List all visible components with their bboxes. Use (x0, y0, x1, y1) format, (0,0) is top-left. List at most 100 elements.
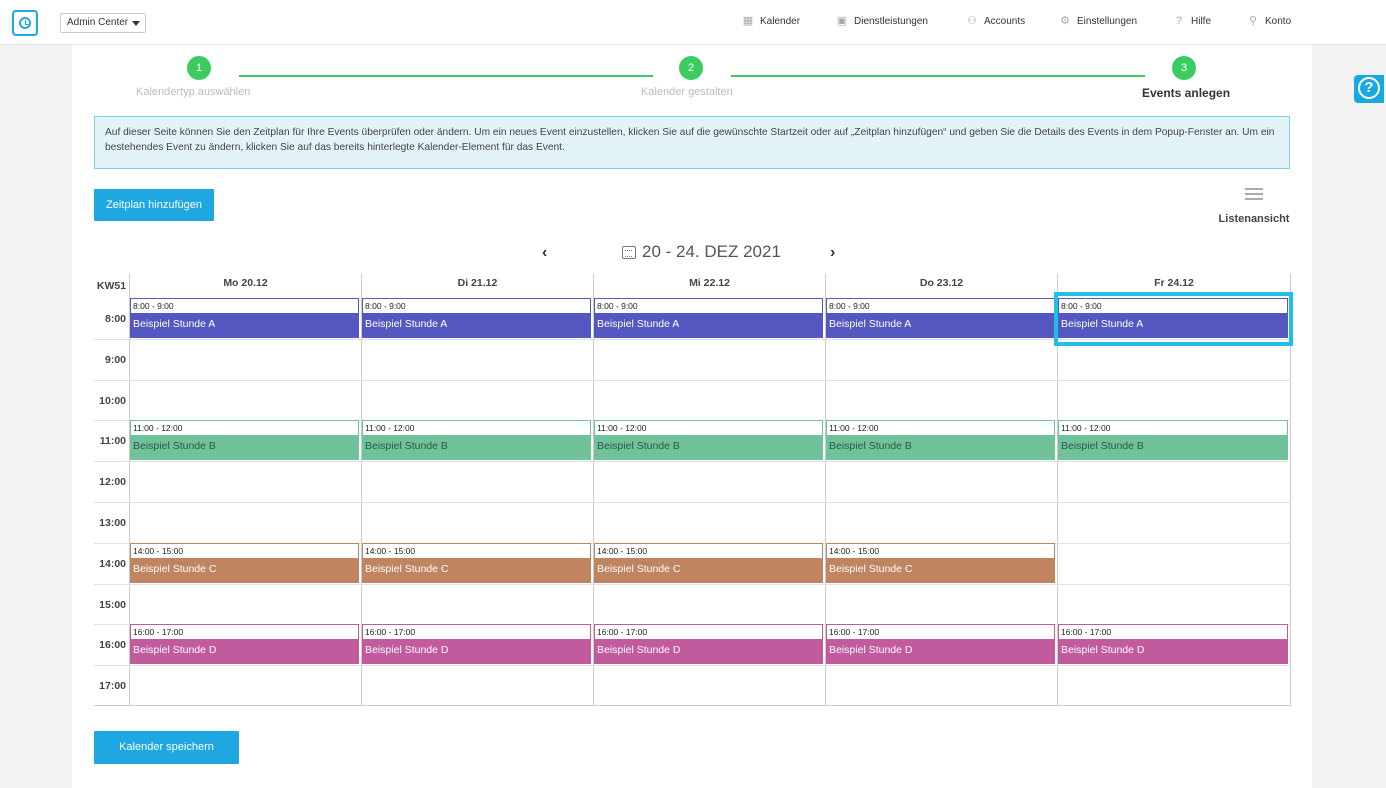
nav-label: Kalender (760, 16, 801, 27)
calendar-event[interactable]: 11:00 - 12:00 Beispiel Stunde B (594, 420, 823, 461)
calendar-event[interactable]: 11:00 - 12:00 Beispiel Stunde B (826, 420, 1055, 461)
event-time: 16:00 - 17:00 (130, 624, 359, 641)
calendar-event[interactable]: 8:00 - 9:00 Beispiel Stunde A (130, 298, 359, 338)
row-divider (94, 583, 1291, 585)
caret-down-icon (132, 21, 140, 26)
nav-einstellungen[interactable]: ⚙ Einstellungen (1059, 15, 1138, 28)
day-header: Mi 22.12 (593, 274, 825, 298)
list-view-label: Listenansicht (1218, 213, 1290, 225)
list-view-toggle[interactable]: Listenansicht (1214, 188, 1294, 225)
event-title: Beispiel Stunde C (826, 558, 1055, 583)
day-header: Mo 20.12 (129, 274, 361, 298)
event-title: Beispiel Stunde B (826, 436, 1055, 461)
nav-label: Accounts (984, 16, 1026, 27)
hour-label: 14:00 (99, 557, 126, 570)
step-connector-2 (731, 75, 1145, 77)
step-3-circle: 3 (1172, 56, 1196, 80)
calendar-event[interactable]: 8:00 - 9:00 Beispiel Stunde A (1058, 298, 1288, 338)
calendar-event[interactable]: 16:00 - 17:00 Beispiel Stunde D (362, 624, 591, 665)
admin-center-select-value: Admin Center (67, 17, 129, 28)
calendar-event[interactable]: 14:00 - 15:00 Beispiel Stunde C (826, 542, 1055, 583)
week-range-text: 20 - 24. DEZ 2021 (642, 242, 781, 261)
hour-label: 9:00 (104, 353, 126, 366)
prev-week-button[interactable]: ‹ (542, 244, 547, 262)
calendar-event[interactable]: 11:00 - 12:00 Beispiel Stunde B (130, 420, 359, 461)
nav-hilfe[interactable]: ? Hilfe (1173, 15, 1212, 28)
calendar-event[interactable]: 14:00 - 15:00 Beispiel Stunde C (362, 542, 591, 583)
event-time: 14:00 - 15:00 (594, 542, 823, 559)
calendar-event[interactable]: 11:00 - 12:00 Beispiel Stunde B (1058, 420, 1288, 461)
row-divider (94, 665, 1291, 667)
day-header: Do 23.12 (825, 274, 1057, 298)
event-title: Beispiel Stunde D (362, 640, 591, 665)
event-title: Beispiel Stunde C (130, 558, 359, 583)
hour-label: 8:00 (104, 313, 126, 325)
hour-label: 11:00 (99, 435, 126, 448)
event-time: 11:00 - 12:00 (1058, 420, 1288, 437)
hour-label: 15:00 (99, 598, 126, 611)
event-time: 11:00 - 12:00 (594, 420, 823, 437)
week-range: 20 - 24. DEZ 2021 (622, 242, 781, 262)
calendar-event[interactable]: 8:00 - 9:00 Beispiel Stunde A (826, 298, 1055, 338)
app-logo-icon[interactable] (12, 10, 38, 36)
nav-label: Einstellungen (1077, 16, 1138, 27)
day-header: Fr 24.12 (1057, 274, 1290, 298)
list-icon (1245, 188, 1263, 202)
nav-kalender[interactable]: ▦ Kalender (742, 15, 801, 28)
event-title: Beispiel Stunde D (826, 640, 1055, 665)
event-time: 8:00 - 9:00 (594, 298, 823, 314)
help-button[interactable]: ? (1354, 75, 1384, 103)
event-time: 14:00 - 15:00 (362, 542, 591, 559)
calendar-icon (622, 245, 636, 259)
calendar-event[interactable]: 16:00 - 17:00 Beispiel Stunde D (594, 624, 823, 665)
event-time: 16:00 - 17:00 (1058, 624, 1288, 641)
nav-label: Hilfe (1191, 16, 1212, 27)
event-title: Beispiel Stunde C (594, 558, 823, 583)
question-icon: ? (1175, 15, 1183, 27)
event-time: 11:00 - 12:00 (362, 420, 591, 437)
event-time: 14:00 - 15:00 (826, 542, 1055, 559)
calendar-event[interactable]: 16:00 - 17:00 Beispiel Stunde D (130, 624, 359, 665)
event-time: 8:00 - 9:00 (1058, 298, 1288, 314)
hour-label: 17:00 (99, 680, 126, 693)
week-number: KW51 (96, 280, 127, 292)
event-time: 16:00 - 17:00 (826, 624, 1055, 641)
hour-label: 12:00 (99, 476, 126, 489)
step-2-circle: 2 (679, 56, 703, 80)
event-title: Beispiel Stunde A (362, 314, 591, 338)
calendar-event[interactable]: 8:00 - 9:00 Beispiel Stunde A (362, 298, 591, 338)
admin-center-select[interactable]: Admin Center (60, 13, 146, 33)
week-calendar: KW51 Mo 20.12 Di 21.12 Mi 22.12 Do 23.12 Fr … (94, 274, 1291, 706)
info-text: Auf dieser Seite können Sie den Zeitplan… (105, 127, 1275, 153)
nav-label: Dienstleistungen (854, 16, 928, 27)
grid-icon: ▣ (836, 15, 848, 27)
event-title: Beispiel Stunde B (362, 436, 591, 461)
gear-icon: ⚙ (1060, 15, 1070, 27)
nav-dienstleistungen[interactable]: ▣ Dienstleistungen (836, 15, 928, 28)
calendar-event[interactable]: 16:00 - 17:00 Beispiel Stunde D (1058, 624, 1288, 665)
event-title: Beispiel Stunde B (130, 436, 359, 461)
user-icon: ⚲ (1248, 15, 1258, 27)
event-time: 16:00 - 17:00 (362, 624, 591, 641)
calendar-event[interactable]: 11:00 - 12:00 Beispiel Stunde B (362, 420, 591, 461)
event-title: Beispiel Stunde B (594, 436, 823, 461)
row-divider (94, 502, 1291, 503)
calendar-event[interactable]: 8:00 - 9:00 Beispiel Stunde A (594, 298, 823, 338)
save-calendar-button[interactable]: Kalender speichern (94, 731, 239, 764)
hour-label: 16:00 (99, 639, 126, 652)
calendar-icon: ▦ (742, 15, 754, 27)
add-schedule-button[interactable]: Zeitplan hinzufügen (94, 189, 214, 221)
nav-konto[interactable]: ⚲ Konto (1247, 15, 1292, 28)
calendar-event[interactable]: 16:00 - 17:00 Beispiel Stunde D (826, 624, 1055, 665)
nav-accounts[interactable]: ⚇ Accounts (966, 16, 1026, 28)
event-title: Beispiel Stunde A (826, 314, 1055, 338)
event-title: Beispiel Stunde A (1058, 314, 1288, 338)
next-week-button[interactable]: › (830, 244, 835, 262)
hour-label: 10:00 (99, 394, 126, 407)
top-navigation: Admin Center ▦ Kalender ▣ Dienstleistungen ⚇… (0, 0, 1386, 45)
nav-label: Konto (1265, 16, 1292, 27)
calendar-event[interactable]: 14:00 - 15:00 Beispiel Stunde C (594, 542, 823, 583)
calendar-event[interactable]: 14:00 - 15:00 Beispiel Stunde C (130, 542, 359, 583)
event-title: Beispiel Stunde D (130, 640, 359, 665)
event-time: 14:00 - 15:00 (130, 542, 359, 559)
